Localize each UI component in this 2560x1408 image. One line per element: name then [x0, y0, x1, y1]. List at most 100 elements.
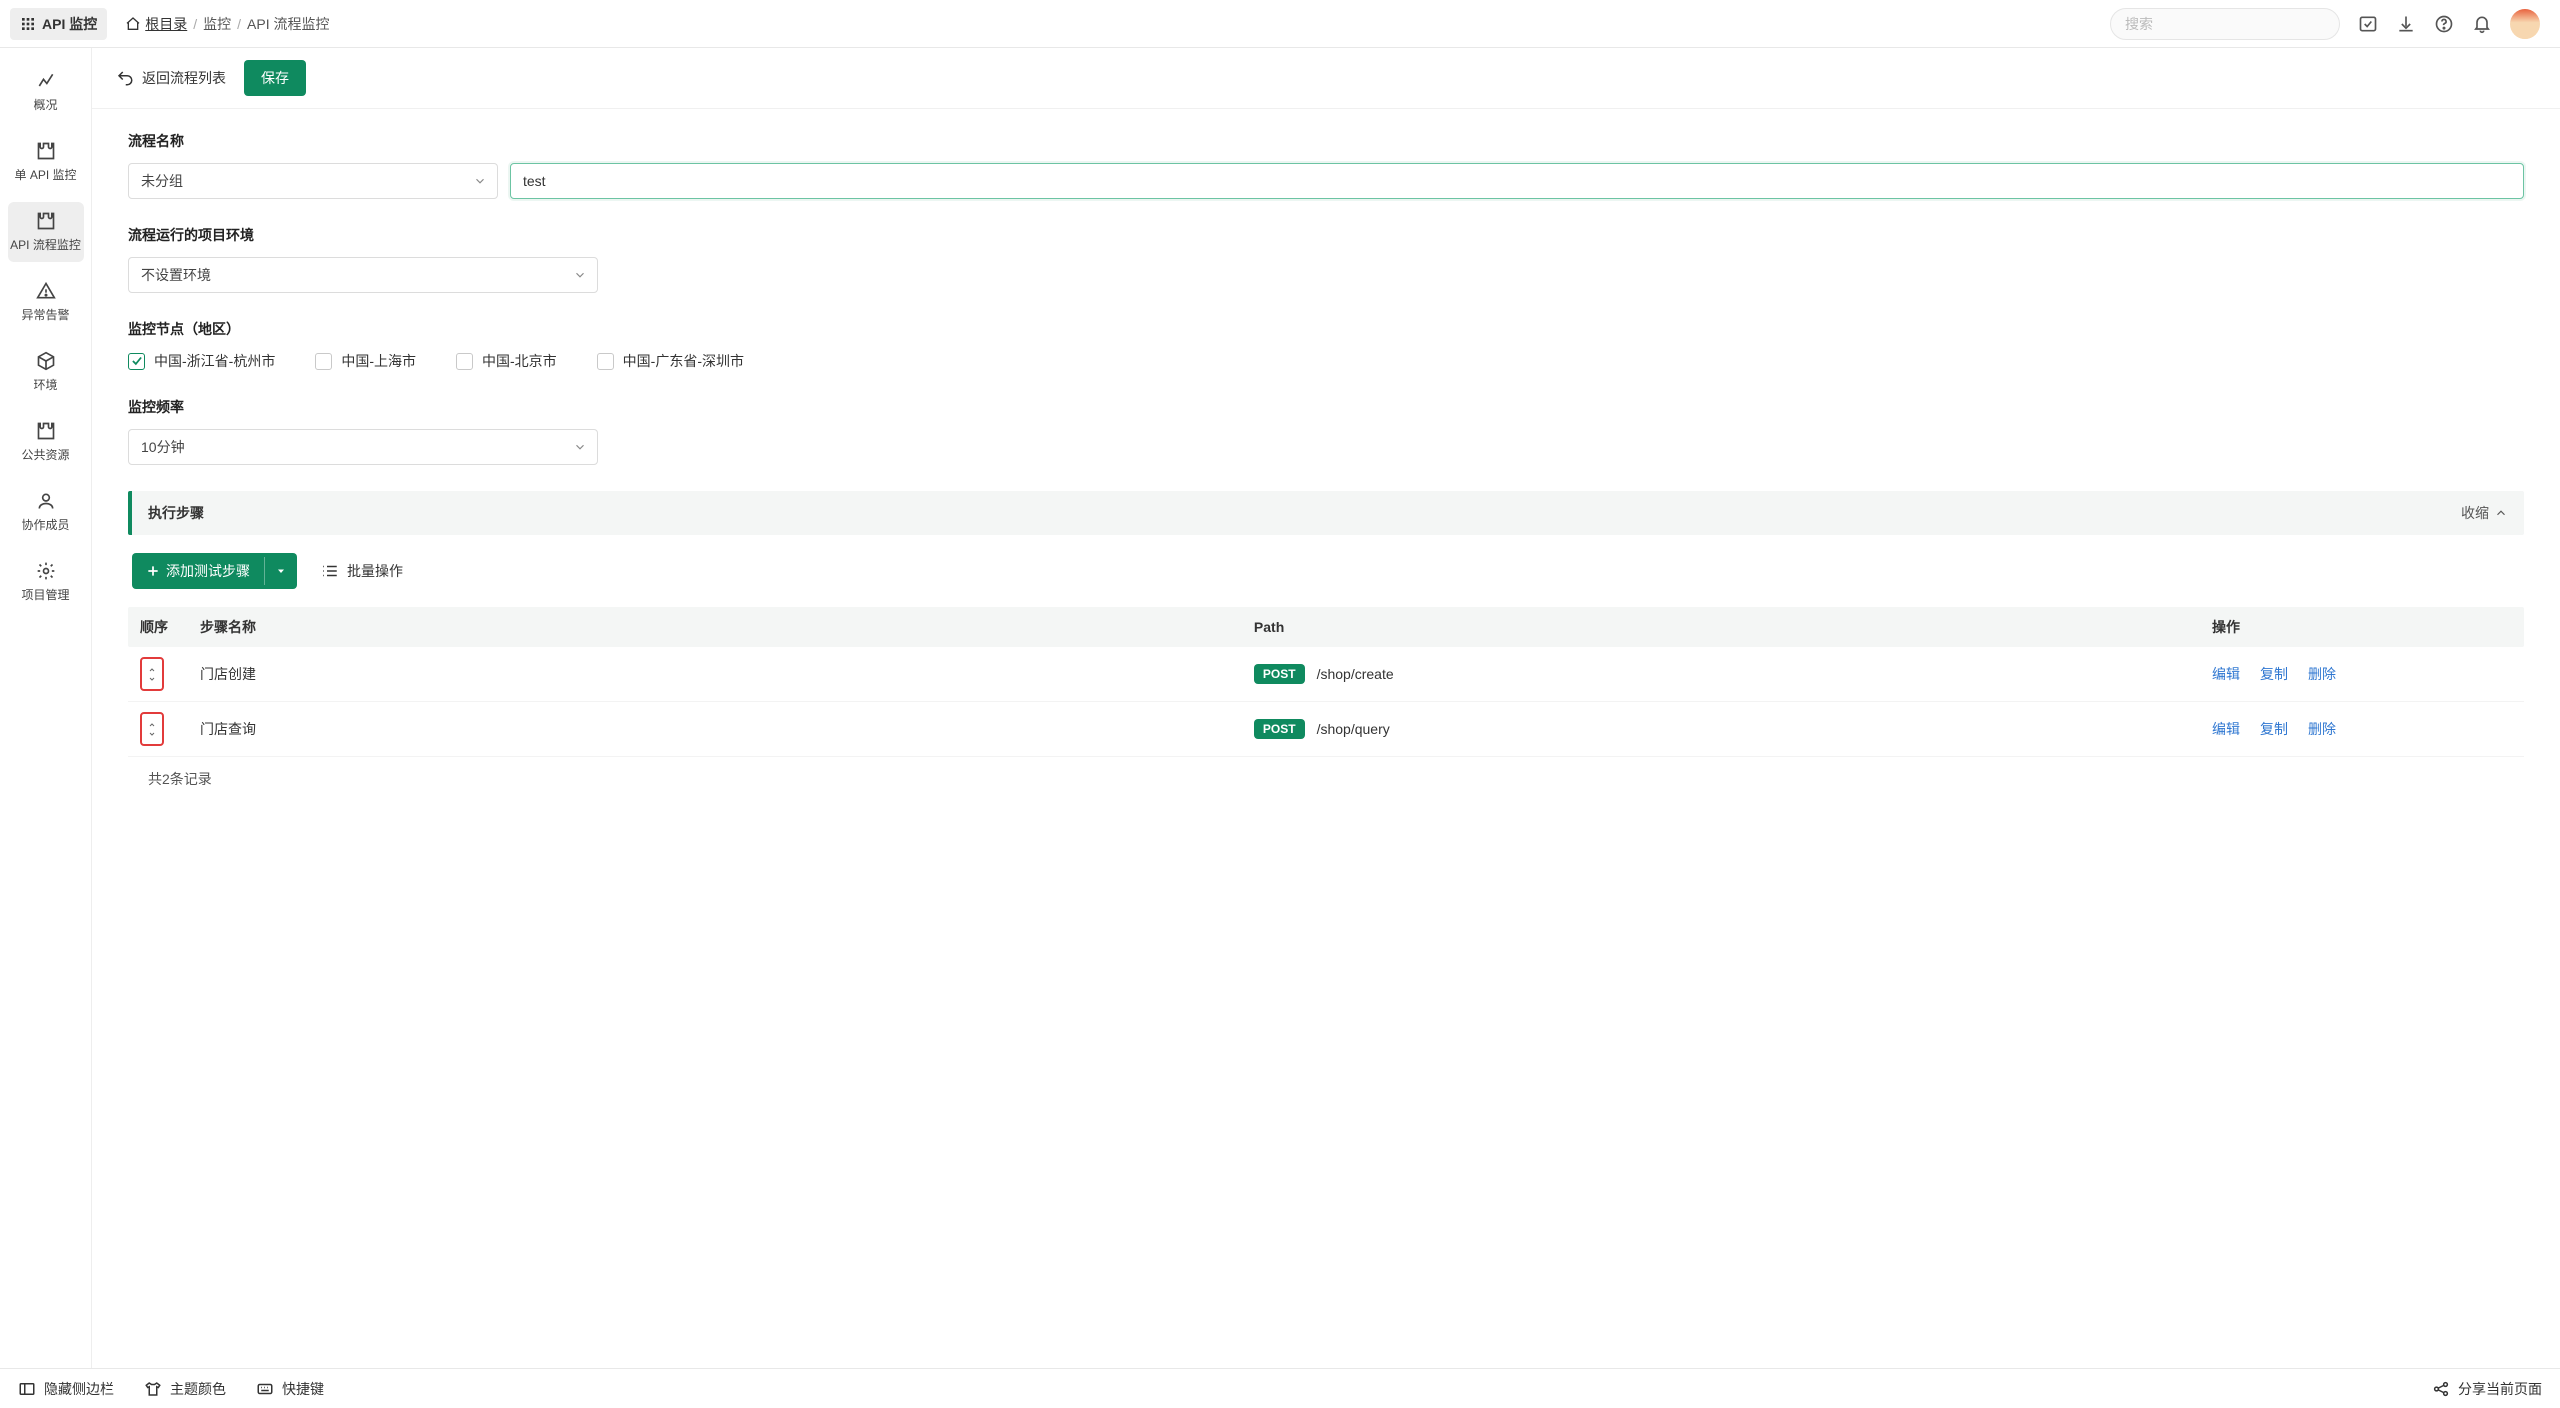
chart-icon [36, 71, 56, 91]
home-icon [125, 16, 141, 32]
edit-button[interactable]: 编辑 [2212, 664, 2240, 684]
sidebar-item-label: 项目管理 [21, 586, 69, 603]
sidebar-item-label: 协作成员 [21, 516, 69, 533]
table-row: 门店查询 POST /shop/query 编辑 复制 删除 [128, 702, 2524, 757]
copy-button[interactable]: 复制 [2260, 719, 2288, 739]
back-icon [116, 69, 134, 87]
chevron-down-icon [147, 730, 157, 738]
breadcrumb-mid[interactable]: 监控 [203, 14, 231, 34]
hide-sidebar-button[interactable]: 隐藏侧边栏 [18, 1379, 114, 1399]
topbar: API 监控 根目录 / 监控 / API 流程监控 搜索 [0, 0, 2560, 48]
group-value: 未分组 [141, 171, 183, 191]
sidebar-item-api-flow[interactable]: API 流程监控 [8, 202, 84, 262]
table-row: 门店创建 POST /shop/create 编辑 复制 删除 [128, 647, 2524, 702]
grid-icon [20, 16, 36, 32]
chevron-up-icon [2494, 506, 2508, 520]
node-label: 中国-浙江省-杭州市 [154, 351, 275, 371]
collapse-button[interactable]: 收缩 [2461, 503, 2508, 523]
group-select[interactable]: 未分组 [128, 163, 498, 199]
sort-handle[interactable] [140, 712, 164, 746]
label-nodes: 监控节点（地区） [128, 319, 2524, 339]
share-button[interactable]: 分享当前页面 [2432, 1379, 2542, 1399]
label-freq: 监控频率 [128, 397, 2524, 417]
env-select[interactable]: 不设置环境 [128, 257, 598, 293]
node-shanghai[interactable]: 中国-上海市 [315, 351, 416, 371]
step-name: 门店查询 [200, 719, 1254, 739]
method-badge: POST [1254, 719, 1305, 739]
delete-button[interactable]: 删除 [2308, 664, 2336, 684]
path-text: /shop/create [1317, 666, 1394, 682]
avatar[interactable] [2510, 9, 2540, 39]
sort-handle[interactable] [140, 657, 164, 691]
flow-name-input[interactable] [510, 163, 2524, 199]
method-badge: POST [1254, 664, 1305, 684]
gear-icon [36, 561, 56, 581]
sidebar-item-single-api[interactable]: 单 API 监控 [8, 132, 84, 192]
sidebar-item-overview[interactable]: 概况 [8, 62, 84, 122]
sidebar-item-public-res[interactable]: 公共资源 [8, 412, 84, 472]
node-hangzhou[interactable]: 中国-浙江省-杭州市 [128, 351, 275, 371]
footer-label: 快捷键 [282, 1379, 324, 1399]
sidebar-item-label: 环境 [33, 376, 57, 393]
chevron-up-icon [147, 721, 157, 729]
search-input[interactable]: 搜索 [2110, 8, 2340, 40]
batch-button[interactable]: 批量操作 [321, 561, 403, 581]
chevron-up-icon [147, 666, 157, 674]
section-head-steps: 执行步骤 收缩 [128, 491, 2524, 535]
breadcrumb-root[interactable]: 根目录 [125, 14, 187, 34]
sidebar-item-alerts[interactable]: 异常告警 [8, 272, 84, 332]
step-name: 门店创建 [200, 664, 1254, 684]
save-button[interactable]: 保存 [244, 60, 306, 96]
batch-label: 批量操作 [347, 561, 403, 581]
chevron-down-icon [573, 440, 587, 454]
bell-icon[interactable] [2472, 14, 2492, 34]
node-label: 中国-北京市 [482, 351, 557, 371]
add-step-button[interactable]: 添加测试步骤 [132, 553, 297, 589]
help-icon[interactable] [2434, 14, 2454, 34]
caret-down-icon [275, 565, 287, 577]
chevron-down-icon [147, 675, 157, 683]
app-name: API 监控 [42, 14, 97, 34]
back-label: 返回流程列表 [142, 68, 226, 88]
th-name: 步骤名称 [200, 617, 1254, 637]
main: 返回流程列表 保存 流程名称 未分组 流 [92, 48, 2560, 1368]
footer-label: 主题颜色 [170, 1379, 226, 1399]
add-step-caret[interactable] [264, 557, 297, 585]
search-placeholder: 搜索 [2125, 14, 2153, 34]
env-value: 不设置环境 [141, 265, 211, 285]
plus-icon [146, 564, 160, 578]
theme-button[interactable]: 主题颜色 [144, 1379, 226, 1399]
sidebar-item-settings[interactable]: 项目管理 [8, 552, 84, 612]
footer-label: 隐藏侧边栏 [44, 1379, 114, 1399]
keyboard-icon [256, 1380, 274, 1398]
checkbox-icon[interactable] [2358, 14, 2378, 34]
copy-button[interactable]: 复制 [2260, 664, 2288, 684]
chevron-down-icon [573, 268, 587, 282]
sidebar-item-env[interactable]: 环境 [8, 342, 84, 402]
sidebar-item-label: 异常告警 [21, 306, 69, 323]
sidebar: 概况 单 API 监控 API 流程监控 异常告警 环境 公共资源 协作成员 [0, 48, 92, 1368]
freq-select[interactable]: 10分钟 [128, 429, 598, 465]
panel-icon [18, 1380, 36, 1398]
node-beijing[interactable]: 中国-北京市 [456, 351, 557, 371]
collapse-label: 收缩 [2461, 503, 2489, 523]
warning-icon [36, 281, 56, 301]
unchecked-icon [456, 353, 473, 370]
download-icon[interactable] [2396, 14, 2416, 34]
steps-table: 顺序 步骤名称 Path 操作 门店创建 POST /s [128, 607, 2524, 801]
path-text: /shop/query [1317, 721, 1390, 737]
sidebar-item-label: 单 API 监控 [14, 166, 76, 183]
footer-label: 分享当前页面 [2458, 1379, 2542, 1399]
app-switcher[interactable]: API 监控 [10, 8, 107, 40]
shortcut-button[interactable]: 快捷键 [256, 1379, 324, 1399]
footer: 隐藏侧边栏 主题颜色 快捷键 分享当前页面 [0, 1368, 2560, 1408]
breadcrumb-sep: / [193, 16, 197, 32]
back-button[interactable]: 返回流程列表 [116, 68, 226, 88]
delete-button[interactable]: 删除 [2308, 719, 2336, 739]
sidebar-item-label: 公共资源 [21, 446, 69, 463]
node-shenzhen[interactable]: 中国-广东省-深圳市 [597, 351, 744, 371]
sidebar-item-members[interactable]: 协作成员 [8, 482, 84, 542]
shirt-icon [144, 1380, 162, 1398]
breadcrumb: 根目录 / 监控 / API 流程监控 [125, 14, 329, 34]
edit-button[interactable]: 编辑 [2212, 719, 2240, 739]
